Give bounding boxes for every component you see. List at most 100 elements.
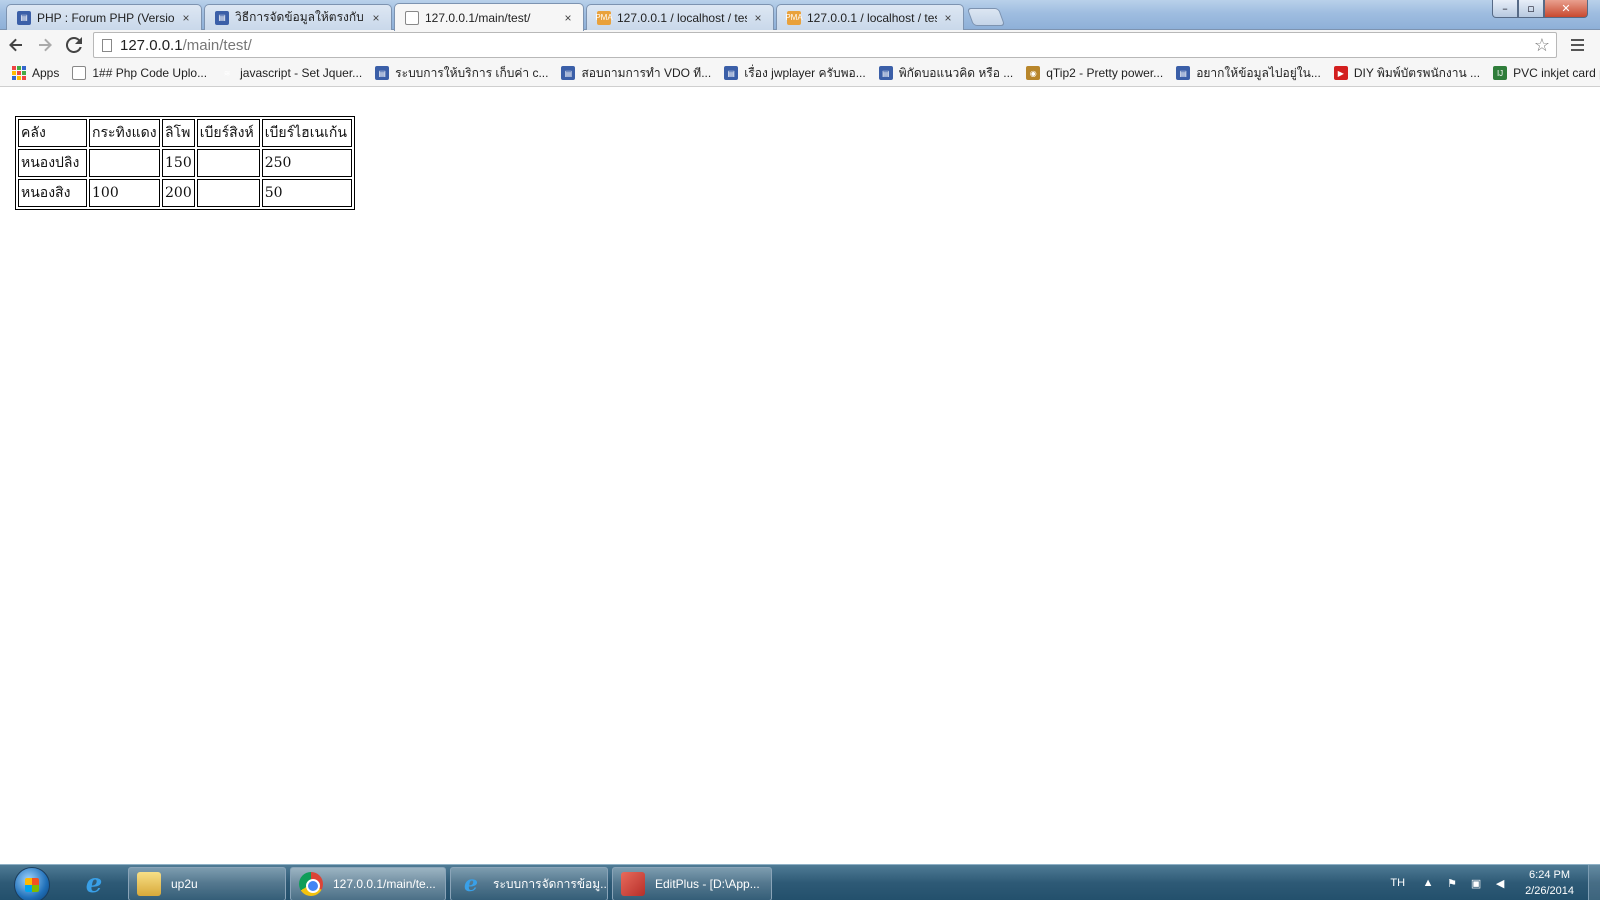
forward-arrow-icon[interactable]: [32, 32, 58, 58]
reload-icon[interactable]: [61, 32, 87, 58]
url-host: 127.0.0.1: [120, 36, 183, 54]
stackoverflow-icon: ≋: [220, 66, 235, 80]
bookmark-pvc-inkjet[interactable]: IJ PVC inkjet card print...: [1493, 66, 1600, 80]
show-hidden-icons-icon[interactable]: ▲: [1421, 876, 1435, 890]
bookmark-apps[interactable]: Apps: [12, 66, 59, 80]
table-row: หนองปลิง 150 250: [18, 149, 352, 177]
table-cell: [89, 149, 160, 177]
table-cell: 100: [89, 179, 160, 207]
forum-icon: ▤: [375, 66, 390, 80]
bookmark-label: ระบบการให้บริการ เก็บค่า c...: [395, 65, 549, 80]
green-site-icon: IJ: [1493, 66, 1508, 80]
table-cell: 50: [261, 179, 352, 207]
bookmark-label: javascript - Set Jquer...: [240, 66, 363, 80]
page-content: คลัง กระทิงแดง ลิโพ เบียร์สิงห์ เบียร์ไฮ…: [0, 88, 1600, 864]
taskbar-item-editplus[interactable]: EditPlus - [D:\App...: [612, 867, 772, 900]
tab-thai-forum[interactable]: ▤ วิธีการจัดข้อมูลให้ตรงกับ ตาร ×: [204, 4, 392, 30]
taskbar-item-ie[interactable]: e ระบบการจัดการข้อมู...: [450, 867, 608, 900]
bookmark-label: สอบถามการทำ VDO ที...: [581, 65, 712, 80]
browser-toolbar: 127.0.0.1/main/test/ ☆: [0, 30, 1600, 60]
table-cell: หนองสิง: [18, 179, 87, 207]
clock[interactable]: 6:24 PM 2/26/2014: [1525, 867, 1574, 899]
new-tab-button[interactable]: [966, 8, 1006, 26]
bookmark-diy-card-video[interactable]: ▶ DIY พิมพ์บัตรพนักงาน ...: [1333, 64, 1481, 83]
header-cell: เบียร์ไฮเนเก้น: [261, 119, 352, 147]
stock-table: คลัง กระทิงแดง ลิโพ เบียร์สิงห์ เบียร์ไฮ…: [15, 116, 355, 210]
tab-close-icon[interactable]: ×: [179, 11, 193, 25]
bookmark-jwplayer[interactable]: ▤ เรื่อง jwplayer ครับพอ...: [724, 64, 866, 83]
chrome-icon: [299, 872, 323, 896]
system-tray: TH ▲ ⚑ ▣ ◀ 6:24 PM 2/26/2014: [1390, 865, 1600, 900]
tab-close-icon[interactable]: ×: [561, 11, 575, 25]
clock-time: 6:24 PM: [1529, 869, 1571, 881]
bookmark-jquery-stackoverflow[interactable]: ≋ javascript - Set Jquer...: [220, 66, 362, 80]
table-header-row: คลัง กระทิงแดง ลิโพ เบียร์สิงห์ เบียร์ไฮ…: [18, 119, 352, 147]
bookmark-thai-forum-4[interactable]: ▤ อยากให้ข้อมูลไปอยู่ใน...: [1176, 64, 1321, 83]
phpmyadmin-favicon-icon: PMA: [785, 10, 803, 25]
forum-icon: ▤: [724, 66, 739, 80]
tab-phpmyadmin-2[interactable]: PMA 127.0.0.1 / localhost / test ×: [776, 4, 964, 30]
taskbar-item-chrome[interactable]: 127.0.0.1/main/te...: [290, 867, 446, 900]
forum-favicon-icon: ▤: [215, 10, 229, 25]
editplus-icon: [621, 872, 645, 896]
tab-php-forum[interactable]: ▤ PHP : Forum PHP (Version ×: [6, 4, 202, 30]
taskbar-item-up2u[interactable]: up2u: [128, 867, 286, 900]
taskbar-item-label: ระบบการจัดการข้อมู...: [493, 876, 608, 891]
bookmark-star-icon[interactable]: ☆: [1534, 35, 1550, 56]
header-cell: ลิโพ: [162, 119, 195, 147]
tab-close-icon[interactable]: ×: [941, 11, 955, 25]
minimize-button[interactable]: –: [1492, 0, 1518, 18]
table-cell: 150: [162, 149, 195, 177]
taskbar-item-label: 127.0.0.1/main/te...: [333, 877, 436, 891]
table-cell: หนองปลิง: [18, 149, 87, 177]
close-window-button[interactable]: ✕: [1544, 0, 1588, 18]
header-cell: คลัง: [18, 119, 87, 147]
volume-icon[interactable]: ◀: [1493, 876, 1507, 890]
address-bar[interactable]: 127.0.0.1/main/test/ ☆: [93, 32, 1557, 58]
bookmark-label: Apps: [32, 66, 60, 80]
forum-icon: ▤: [561, 66, 576, 80]
maximize-button[interactable]: ▫: [1518, 0, 1544, 18]
document-icon: [72, 66, 87, 80]
browser-tab-strip: ▤ PHP : Forum PHP (Version × ▤ วิธีการจั…: [0, 0, 1600, 31]
apps-grid-icon: [12, 66, 26, 80]
forum-favicon-icon: ▤: [17, 10, 31, 25]
taskbar-item-label: up2u: [171, 877, 198, 891]
forum-icon: ▤: [1176, 66, 1191, 80]
table-cell: [196, 149, 260, 177]
bookmark-thai-forum-1[interactable]: ▤ ระบบการให้บริการ เก็บค่า c...: [375, 64, 548, 83]
start-button[interactable]: [14, 867, 50, 900]
tab-phpmyadmin-1[interactable]: PMA 127.0.0.1 / localhost / test ×: [586, 4, 774, 30]
bookmark-thai-forum-2[interactable]: ▤ สอบถามการทำ VDO ที...: [561, 64, 711, 83]
tab-title: 127.0.0.1 / localhost / test: [807, 10, 937, 25]
bookmark-label: อยากให้ข้อมูลไปอยู่ใน...: [1196, 65, 1321, 80]
back-arrow-icon[interactable]: [3, 32, 29, 58]
network-icon[interactable]: ▣: [1469, 876, 1483, 890]
tab-close-icon[interactable]: ×: [369, 11, 383, 25]
phpmyadmin-favicon-icon: PMA: [595, 10, 613, 25]
folder-icon: [137, 872, 161, 896]
owl-icon: ◉: [1026, 66, 1041, 80]
bookmark-php-code-upload[interactable]: 1## Php Code Uplo...: [72, 66, 207, 80]
bookmarks-bar: Apps 1## Php Code Uplo... ≋ javascript -…: [0, 60, 1600, 87]
bookmark-label: เรื่อง jwplayer ครับพอ...: [744, 65, 866, 80]
bookmark-label: PVC inkjet card print...: [1513, 66, 1600, 80]
tab-current-page[interactable]: 127.0.0.1/main/test/ ×: [394, 3, 584, 31]
tab-title: 127.0.0.1 / localhost / test: [617, 10, 747, 25]
taskbar-item-label: EditPlus - [D:\App...: [655, 877, 760, 891]
bookmark-label: พิกัดบอแนวคิด หรือ ...: [898, 65, 1014, 80]
show-desktop-button[interactable]: [1588, 865, 1600, 900]
bookmark-qtip2[interactable]: ◉ qTip2 - Pretty power...: [1026, 66, 1163, 80]
bookmark-label: DIY พิมพ์บัตรพนักงาน ...: [1353, 65, 1481, 80]
window-controls: – ▫ ✕: [1492, 0, 1588, 18]
action-center-flag-icon[interactable]: ⚑: [1445, 876, 1459, 890]
table-cell: 250: [261, 149, 352, 177]
bookmark-thai-forum-3[interactable]: ▤ พิกัดบอแนวคิด หรือ ...: [878, 64, 1014, 83]
language-indicator[interactable]: TH: [1390, 877, 1405, 889]
chrome-menu-icon[interactable]: [1565, 39, 1589, 51]
tab-close-icon[interactable]: ×: [751, 11, 765, 25]
page-icon: [102, 38, 112, 52]
header-cell: กระทิงแดง: [89, 119, 160, 147]
bookmark-label: qTip2 - Pretty power...: [1046, 66, 1164, 80]
pinned-ie-icon[interactable]: e: [78, 869, 110, 899]
